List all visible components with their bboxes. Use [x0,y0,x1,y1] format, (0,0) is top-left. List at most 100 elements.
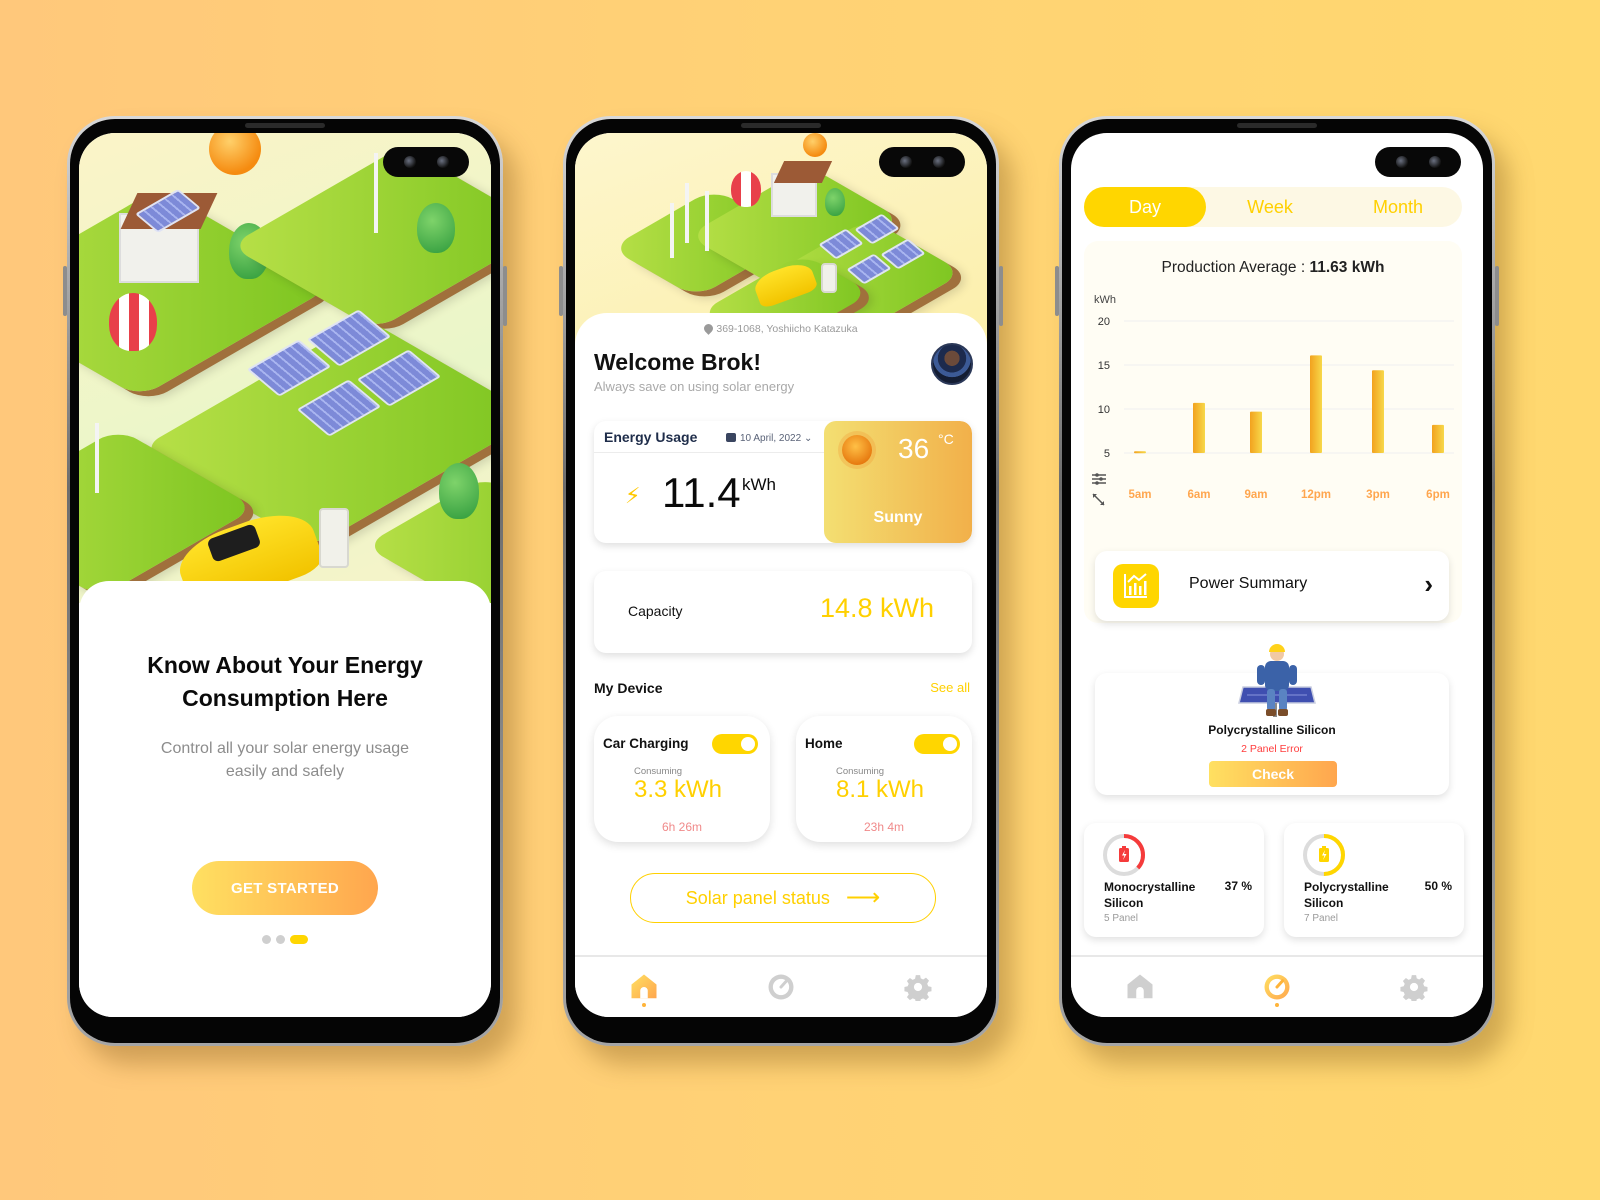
page-dot-1[interactable] [262,935,271,944]
device-card-home[interactable]: Home Consuming 8.1 kWh 23h 4m [796,716,972,842]
chart-icon [1113,564,1159,608]
device-consumption: 8.1 kWh [836,776,925,803]
nav-home[interactable] [1120,967,1160,1007]
production-bar-chart: kWh 5 10 15 20 5am 6am 9am 12pm 3pm 6pm [1092,294,1454,506]
energy-usage-card[interactable]: Energy Usage 10 April, 2022 ⌄ ⚡ 11.4 kWh… [594,421,972,543]
solar-panel-status-button[interactable]: Solar panel status ⟶ [630,873,936,923]
get-started-button[interactable]: GET STARTED [192,861,378,915]
production-value: 11.63 kWh [1309,259,1385,276]
filter-icon[interactable] [1092,473,1106,485]
status-button-label: Solar panel status [685,887,830,908]
error-status: 2 Panel Error [1241,743,1303,755]
phone-onboarding: Know About Your Energy Consumption Here … [63,116,507,1046]
my-device-heading: My Device [594,680,663,696]
progress-ring [1303,834,1345,876]
device-name: Home [805,736,843,751]
speedometer-icon [768,974,794,1000]
location-text: 369-1068, Yoshiicho Katazuka [716,323,858,335]
page-dot-2[interactable] [276,935,285,944]
device-duration: 23h 4m [863,820,905,834]
gear-icon [904,975,932,1001]
device-toggle[interactable] [914,734,960,754]
nav-dashboard[interactable] [761,967,801,1007]
tab-week[interactable]: Week [1206,187,1334,227]
greeting: Welcome Brok! [594,349,762,375]
x-tick-label: 6am [1187,489,1210,501]
progress-ring [1103,834,1145,876]
chevron-down-icon: ⌄ [803,433,813,444]
device-consumption: 3.3 kWh [634,776,723,803]
x-tick-label: 9am [1244,489,1267,501]
speaker-grille [741,123,821,128]
period-tabs: Day Week Month [1084,187,1462,227]
device-name: Car Charging [603,736,689,751]
onboarding-illustration [79,133,491,603]
date-picker[interactable]: 10 April, 2022 ⌄ [726,433,812,444]
panel-card-monocrystalline[interactable]: Monocrystalline Silicon 37 % 5 Panel [1084,823,1264,937]
tab-day[interactable]: Day [1084,187,1206,227]
calendar-icon [726,433,736,442]
worker-illustration [1238,644,1316,717]
capacity-card: Capacity 14.8 kWh [594,571,972,653]
expand-icon[interactable] [1092,493,1105,506]
bar-6pm [1432,424,1444,453]
power-summary-card[interactable]: Power Summary › [1095,551,1449,621]
home-icon [1127,974,1153,999]
nav-settings[interactable] [1394,967,1434,1007]
location-pin-icon [702,322,716,335]
home-sheet: 369-1068, Yoshiicho Katazuka Welcome Bro… [575,313,987,955]
check-button[interactable]: Check [1209,761,1337,787]
battery-icon [1319,846,1329,862]
nav-settings[interactable] [898,967,938,1007]
avatar[interactable] [931,343,973,385]
production-average: Production Average : 11.63 kWh [1084,259,1462,277]
active-indicator [1274,1003,1279,1007]
device-toggle[interactable] [712,734,758,754]
panel-card-polycrystalline[interactable]: Polycrystalline Silicon 50 % 7 Panel [1284,823,1464,937]
gear-icon [1400,975,1428,1001]
bar-5am [1134,451,1146,454]
y-tick-label: 15 [1098,360,1110,372]
energy-usage-value: 11.4 [662,469,741,516]
panel-count: 5 Panel [1104,913,1138,924]
front-camera [879,147,965,177]
tab-month[interactable]: Month [1334,187,1462,227]
x-tick-label: 3pm [1366,489,1390,501]
device-duration: 6h 26m [661,820,703,834]
location: 369-1068, Yoshiicho Katazuka [575,322,987,335]
nav-home[interactable] [624,967,664,1007]
battery-icon [1119,846,1129,862]
error-panel-type: Polycrystalline Silicon [1208,723,1336,737]
arrow-right-icon: ⟶ [845,884,881,911]
front-camera [383,147,469,177]
bottom-nav [1071,955,1483,1017]
device-card-car-charging[interactable]: Car Charging Consuming 3.3 kWh 6h 26m [594,716,770,842]
x-tick-label: 12pm [1301,489,1331,501]
panel-percent: 37 % [1224,879,1252,893]
chevron-right-icon: › [1424,569,1433,599]
sun-icon [842,435,872,465]
active-indicator [641,1003,646,1007]
date-value: 10 April, 2022 [740,433,802,444]
phone-home: 369-1068, Yoshiicho Katazuka Welcome Bro… [559,116,1003,1046]
divider [594,452,826,453]
page-indicator [262,935,308,944]
page-dot-3-active[interactable] [290,935,308,944]
temperature: 36 [898,433,930,464]
energy-usage-unit: kWh [742,475,776,494]
bottom-nav [575,955,987,1017]
capacity-label: Capacity [628,603,683,619]
onboarding-sheet: Know About Your Energy Consumption Here … [79,581,491,1017]
weather-condition: Sunny [873,509,923,526]
power-summary-label: Power Summary [1189,575,1308,592]
production-label: Production Average : [1161,259,1306,276]
nav-dashboard[interactable] [1257,967,1297,1007]
panel-percent: 50 % [1424,879,1452,893]
y-axis-label: kWh [1094,294,1116,306]
speaker-grille [245,123,325,128]
see-all-link[interactable]: See all [930,680,970,695]
speaker-grille [1237,123,1317,128]
phone-statistics: Day Week Month Production Average : 11.6… [1055,116,1499,1046]
bar-3pm [1372,370,1384,453]
temperature-unit: °C [938,431,954,447]
